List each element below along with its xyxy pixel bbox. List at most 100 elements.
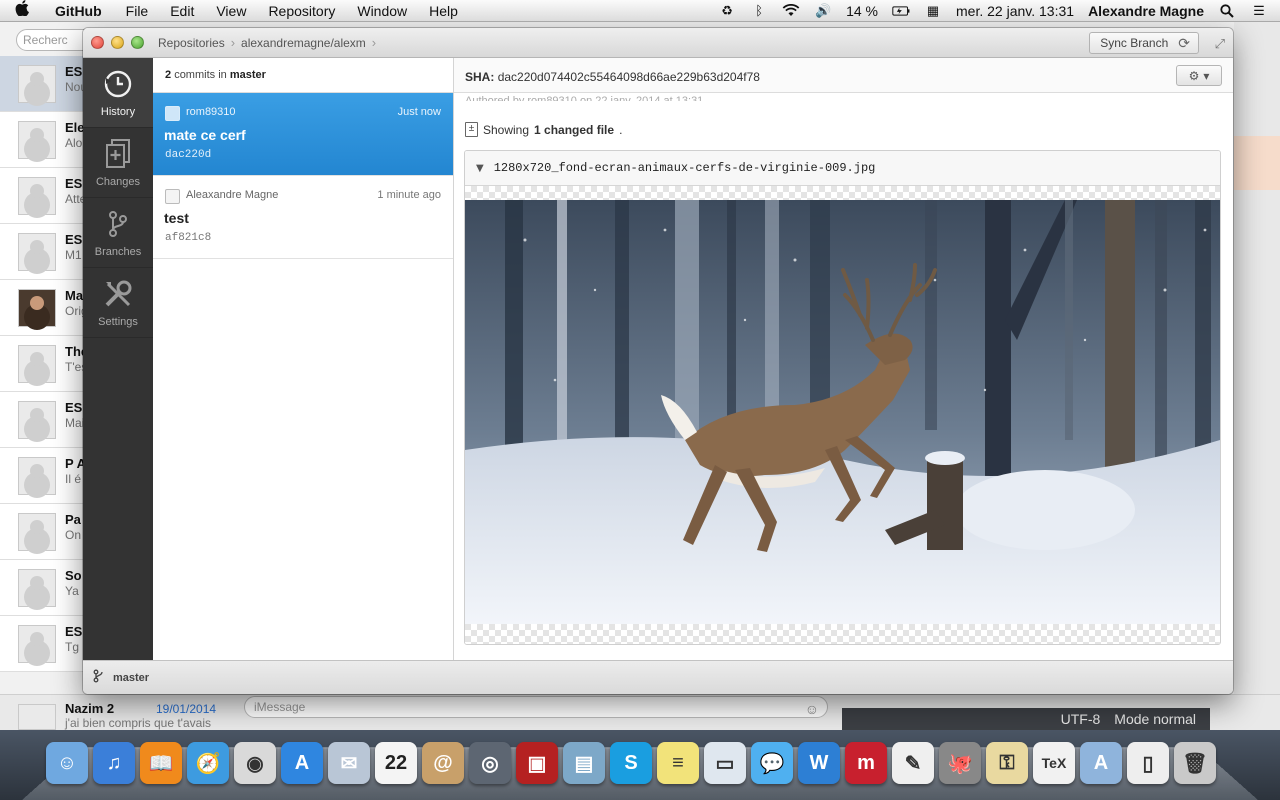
apple-menu-icon[interactable] xyxy=(0,0,44,21)
disclosure-triangle-icon[interactable]: ▼ xyxy=(476,163,484,174)
sidebar-item-changes[interactable]: Changes xyxy=(83,128,153,198)
file-menu[interactable]: File xyxy=(115,3,160,19)
sidebar-item-settings[interactable]: Settings xyxy=(83,268,153,338)
file-diff-header[interactable]: ▼ 1280x720_fond-ecran-animaux-cerfs-de-v… xyxy=(465,151,1220,186)
window-menu[interactable]: Window xyxy=(346,3,418,19)
battery-percent: 14 % xyxy=(846,2,879,19)
safari-icon[interactable]: 🧭 xyxy=(187,742,229,784)
commit-author: Aleaxandre Magne xyxy=(186,189,279,201)
photo-booth-icon[interactable]: ▣ xyxy=(516,742,558,784)
calendar-menu-icon[interactable]: ▦ xyxy=(924,3,942,18)
avatar xyxy=(18,704,56,730)
conversation-snippet: Tg xyxy=(65,640,80,654)
avatar xyxy=(18,177,56,215)
sidebar-item-branches[interactable]: Branches xyxy=(83,198,153,268)
branches-icon xyxy=(102,208,134,240)
battery-icon[interactable] xyxy=(892,4,910,18)
volume-icon[interactable]: 🔊 xyxy=(814,3,832,18)
sidebar-item-label: History xyxy=(100,105,136,118)
minimize-window-button[interactable] xyxy=(111,36,124,49)
word-icon[interactable]: W xyxy=(798,742,840,784)
stickies-icon[interactable]: ≡ xyxy=(657,742,699,784)
tex-icon[interactable]: TeX xyxy=(1033,742,1075,784)
status-area: ♻ ᛒ 🔊 14 % ▦ mer. 22 janv. 13:31 Alexand… xyxy=(718,3,1280,19)
avatar xyxy=(18,345,56,383)
editor-status-bar: UTF-8 Mode normal xyxy=(842,708,1210,730)
contacts-icon[interactable]: @ xyxy=(422,742,464,784)
emoji-icon[interactable]: ☺ xyxy=(805,699,819,719)
showing-suffix: . xyxy=(619,122,623,137)
facetime-icon[interactable]: ◎ xyxy=(469,742,511,784)
commit-header-branch: master xyxy=(229,69,266,81)
sha-bar: SHA: dac220d074402c55464098d66ae229b63d2… xyxy=(454,58,1233,93)
conversation-name[interactable]: Nazim 2 xyxy=(65,701,114,716)
app-store-icon[interactable]: A xyxy=(281,742,323,784)
commit-options-button[interactable]: ⚙ ▾ xyxy=(1176,65,1222,86)
keychain-icon[interactable]: ⚿ xyxy=(986,742,1028,784)
preview-icon[interactable]: ▭ xyxy=(704,742,746,784)
bluetooth-icon[interactable]: ᛒ xyxy=(750,3,768,18)
github-icon[interactable]: 🐙 xyxy=(939,742,981,784)
help-menu[interactable]: Help xyxy=(418,3,469,19)
fullscreen-icon[interactable]: ⤢ xyxy=(1215,36,1225,52)
ibooks-icon[interactable]: 📖 xyxy=(140,742,182,784)
repository-menu[interactable]: Repository xyxy=(257,3,346,19)
mail-icon[interactable]: ✉ xyxy=(328,742,370,784)
wifi-icon[interactable] xyxy=(782,4,800,18)
avatar xyxy=(18,289,56,327)
conversation-snippet: Ya xyxy=(65,584,79,598)
chevron-right-icon: › xyxy=(371,35,377,50)
image-diff-preview xyxy=(465,186,1220,644)
skype-icon[interactable]: S xyxy=(610,742,652,784)
sha-value[interactable]: dac220d074402c55464098d66ae229b63d204f78 xyxy=(498,70,760,84)
clock[interactable]: mer. 22 janv. 13:31 xyxy=(956,3,1074,19)
conversation-name: Pa xyxy=(65,512,81,527)
spotlight-search-icon[interactable] xyxy=(1218,3,1236,18)
edit-menu[interactable]: Edit xyxy=(159,3,205,19)
zoom-window-button[interactable] xyxy=(131,36,144,49)
notification-center-icon[interactable]: ☰ xyxy=(1250,3,1268,18)
commit-message: test xyxy=(164,210,189,226)
sync-branch-label: Sync Branch xyxy=(1100,36,1169,50)
conversation-snippet: Alo xyxy=(65,136,83,150)
commit-author: rom89310 xyxy=(186,106,236,118)
avatar xyxy=(18,65,56,103)
commit-item[interactable]: rom89310 Just now mate ce cerf dac220d xyxy=(153,93,453,176)
avatar xyxy=(165,106,180,121)
diff-file-icon: ± xyxy=(465,122,478,137)
breadcrumb-repository[interactable]: alexandremagne/alexm xyxy=(241,36,366,50)
trash-icon[interactable]: 🗑 xyxy=(1174,742,1216,784)
itunes-icon[interactable]: ♫ xyxy=(93,742,135,784)
sidebar-item-history[interactable]: History xyxy=(83,58,153,128)
commit-message: mate ce cerf xyxy=(164,127,246,143)
encoding-label[interactable]: UTF-8 xyxy=(1061,711,1101,727)
iphoto-icon[interactable]: ▤ xyxy=(563,742,605,784)
conversation-name: ES xyxy=(65,232,83,247)
mendeley-icon[interactable]: m xyxy=(845,742,887,784)
applications-folder-icon[interactable]: A xyxy=(1080,742,1122,784)
finder-icon[interactable]: ☺ xyxy=(46,742,88,784)
sync-branch-button[interactable]: Sync Branch ⟳ xyxy=(1089,32,1199,54)
sidebar-item-label: Changes xyxy=(95,175,141,188)
avatar xyxy=(18,233,56,271)
documents-icon[interactable]: ▯ xyxy=(1127,742,1169,784)
sync-status-icon[interactable]: ♻ xyxy=(718,3,736,18)
commit-item[interactable]: Aleaxandre Magne 1 minute ago test af821… xyxy=(153,176,453,259)
dock-icons: ☺ ♫ 📖 🧭 ◉ A ✉ 22 @ ◎ ▣ ▤ S ≡ ▭ 💬 Wm ✎ 🐙 ⚿ TeX A ▯ 🗑 xyxy=(46,742,1216,784)
file-name: 1280x720_fond-ecran-animaux-cerfs-de-vir… xyxy=(493,161,876,175)
file-diff: ▼ 1280x720_fond-ecran-animaux-cerfs-de-v… xyxy=(464,150,1221,645)
messages-icon[interactable]: 💬 xyxy=(751,742,793,784)
current-branch[interactable]: master xyxy=(113,672,149,684)
app-name-menu[interactable]: GitHub xyxy=(44,3,115,19)
mode-label[interactable]: Mode normal xyxy=(1114,711,1196,727)
calendar-icon[interactable]: 22 xyxy=(375,742,417,784)
view-menu[interactable]: View xyxy=(205,3,257,19)
breadcrumb-repositories[interactable]: Repositories xyxy=(158,36,225,50)
chrome-icon[interactable]: ◉ xyxy=(234,742,276,784)
textedit-icon[interactable]: ✎ xyxy=(892,742,934,784)
imessage-input[interactable]: iMessage ☺ xyxy=(244,696,828,718)
user-name[interactable]: Alexandre Magne xyxy=(1088,3,1204,19)
chevron-right-icon: › xyxy=(230,35,236,50)
commit-header-text: commits in xyxy=(174,69,227,81)
close-window-button[interactable] xyxy=(91,36,104,49)
